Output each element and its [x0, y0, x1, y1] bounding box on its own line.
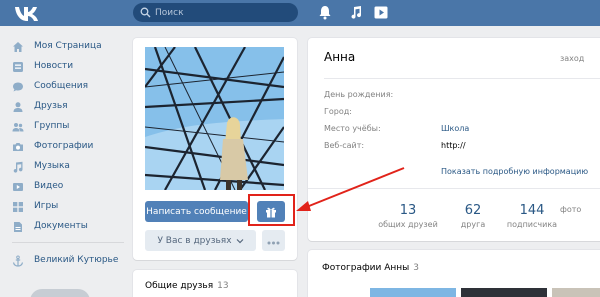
games-icon — [13, 202, 23, 212]
video-icon — [13, 183, 23, 191]
sidebar-item-messages[interactable]: Сообщения — [12, 78, 130, 96]
profile-photo-image — [145, 47, 284, 190]
stat-label: фото — [560, 205, 582, 214]
stat-label: подписчика — [506, 220, 558, 229]
avatar — [30, 289, 90, 297]
photo-thumbnail[interactable] — [461, 288, 547, 297]
music-icon — [13, 161, 23, 173]
vk-logo[interactable] — [14, 4, 42, 22]
info-divider — [324, 78, 600, 79]
sidebar-item-my-page[interactable]: Моя Страница — [12, 38, 130, 56]
sidebar-item-friends[interactable]: Друзья — [12, 98, 130, 116]
sidebar-item-community[interactable]: Великий Кутюрье — [12, 252, 130, 270]
friends-icon — [13, 102, 23, 112]
sidebar-item-label: Документы — [34, 221, 88, 231]
documents-icon — [14, 222, 22, 232]
home-icon — [13, 42, 23, 52]
sidebar-item-label: Моя Страница — [34, 41, 102, 51]
website-link[interactable]: http:// — [441, 141, 466, 150]
sidebar-item-label: Группы — [34, 121, 70, 131]
stat-photos[interactable]: фото — [560, 203, 600, 214]
search-icon — [140, 7, 151, 18]
sidebar-divider — [12, 242, 124, 243]
groups-icon — [12, 123, 24, 132]
top-bar — [0, 0, 600, 26]
website-label: Веб-сайт: — [324, 141, 365, 150]
friends-status-label: У Вас в друзьях — [157, 235, 232, 246]
profile-name: Анна — [324, 50, 356, 64]
sidebar-item-music[interactable]: Музыка — [12, 158, 130, 176]
school-link[interactable]: Школа — [441, 124, 469, 133]
friends-status-button[interactable]: У Вас в друзьях — [145, 230, 256, 251]
play-icon[interactable] — [374, 5, 388, 20]
sidebar-item-label: Музыка — [34, 161, 70, 171]
photo-thumbnail[interactable] — [552, 288, 600, 297]
messages-icon — [13, 82, 23, 92]
stat-friends[interactable]: 62 друга — [443, 203, 503, 229]
online-status: заход — [560, 54, 585, 63]
city-label: Город: — [324, 107, 352, 116]
sidebar-item-groups[interactable]: Группы — [12, 118, 130, 136]
sidebar-item-label: Новости — [34, 61, 74, 71]
birthday-label: День рождения: — [324, 90, 394, 99]
stat-label: друга — [460, 220, 486, 229]
search-input[interactable] — [155, 4, 295, 21]
stat-number: 62 — [464, 203, 482, 218]
more-button[interactable] — [262, 230, 285, 251]
sidebar-item-news[interactable]: Новости — [12, 58, 130, 76]
more-icon — [267, 241, 280, 245]
sidebar-item-label: Друзья — [34, 101, 68, 111]
sidebar-item-documents[interactable]: Документы — [12, 218, 130, 236]
anchor-icon — [12, 255, 24, 267]
profile-photo[interactable] — [145, 47, 284, 190]
mutual-friends-label: Общие друзья — [145, 281, 214, 291]
bell-icon[interactable] — [318, 5, 332, 20]
mutual-friends-header[interactable]: Общие друзья 13 — [145, 281, 229, 291]
sidebar-item-games[interactable]: Игры — [12, 198, 130, 216]
photos-title: Фотографии Анны — [322, 263, 410, 273]
music-icon[interactable] — [349, 5, 363, 20]
write-message-button[interactable]: Написать сообщение — [145, 201, 248, 222]
stat-label: общих друзей — [378, 220, 438, 229]
annotation-highlight-box — [248, 194, 295, 226]
sidebar-item-photos[interactable]: Фотографии — [12, 138, 130, 156]
stat-number: 144 — [519, 203, 545, 218]
annotation-arrow — [296, 167, 405, 211]
sidebar-item-label: Игры — [34, 201, 59, 211]
sidebar-item-label: Великий Кутюрье — [34, 255, 119, 265]
photo-thumbnail[interactable] — [370, 288, 456, 297]
mutual-friends-count: 13 — [217, 281, 229, 291]
school-label: Место учёбы: — [324, 124, 381, 133]
sidebar-item-label: Сообщения — [34, 81, 89, 91]
sidebar-item-label: Фотографии — [34, 141, 94, 151]
stat-followers[interactable]: 144 подписчика — [502, 203, 562, 229]
photos-header[interactable]: Фотографии Анны 3 — [322, 263, 419, 273]
sidebar-item-video[interactable]: Видео — [12, 178, 130, 196]
camera-icon — [13, 143, 23, 151]
chevron-down-icon — [236, 238, 243, 243]
show-more-info-link[interactable]: Показать подробную информацию — [441, 167, 588, 176]
sidebar-item-label: Видео — [34, 181, 64, 191]
photos-count: 3 — [413, 263, 419, 273]
news-icon — [13, 62, 23, 72]
